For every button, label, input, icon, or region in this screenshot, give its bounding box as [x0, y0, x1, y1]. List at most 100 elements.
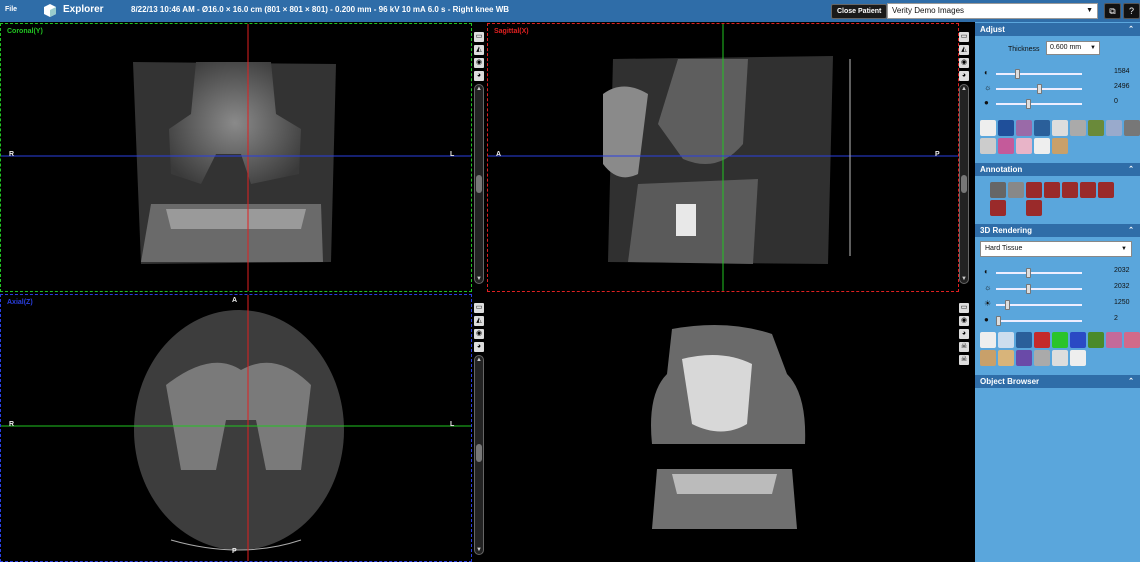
- head-icon[interactable]: ◕: [474, 342, 484, 352]
- zoom-icon[interactable]: [980, 120, 996, 136]
- slider-track[interactable]: [996, 316, 1082, 326]
- camera-icon[interactable]: ◉: [474, 58, 484, 68]
- close-patient-button[interactable]: Close Patient: [831, 4, 888, 19]
- tooth-icon[interactable]: [1052, 138, 1068, 154]
- scroll-thumb[interactable]: [476, 175, 482, 193]
- head-icon[interactable]: ◕: [474, 71, 484, 81]
- crop-icon[interactable]: [1106, 120, 1122, 136]
- slider-knob[interactable]: [996, 316, 1001, 326]
- annotation-section-header[interactable]: Annotation ⌃: [975, 163, 1140, 176]
- pan-icon[interactable]: [1124, 120, 1140, 136]
- slice-icon[interactable]: [1034, 120, 1050, 136]
- object-browser-section-header[interactable]: Object Browser ⌃: [975, 375, 1140, 388]
- slider-track[interactable]: [996, 84, 1082, 94]
- slider-track[interactable]: [996, 300, 1082, 310]
- file-menu[interactable]: File: [5, 6, 17, 13]
- render-preset-select[interactable]: Hard Tissue ▼: [980, 241, 1132, 257]
- scroll-up-icon[interactable]: ▲: [475, 86, 483, 92]
- render3d-viewport[interactable]: [487, 294, 959, 562]
- text-annotation-icon[interactable]: [1026, 182, 1042, 198]
- slider-track[interactable]: [996, 284, 1082, 294]
- slider-knob[interactable]: [1026, 268, 1032, 278]
- eraser-icon[interactable]: [1070, 350, 1086, 366]
- image-icon[interactable]: [1052, 120, 1068, 136]
- sagittal-slice-scrollbar[interactable]: ▲ ▼: [959, 84, 969, 284]
- collapse-icon[interactable]: ⌃: [1128, 375, 1134, 388]
- knife-icon[interactable]: [1034, 350, 1050, 366]
- polygon-annotation-icon[interactable]: [1026, 200, 1042, 216]
- thickness-select[interactable]: 0.600 mm ▼: [1046, 41, 1100, 55]
- slider-track[interactable]: [996, 99, 1082, 109]
- head-render-icon[interactable]: [1016, 138, 1032, 154]
- cube-icon[interactable]: [1088, 332, 1104, 348]
- scroll-thumb[interactable]: [476, 444, 482, 462]
- skull-side-icon[interactable]: ☠: [959, 355, 969, 365]
- measure-icon[interactable]: [1016, 120, 1032, 136]
- head-icon[interactable]: ◕: [959, 71, 969, 81]
- study-select[interactable]: Verity Demo Images ▼: [887, 3, 1098, 19]
- maximize-icon[interactable]: ▭: [959, 32, 969, 42]
- scroll-thumb[interactable]: [961, 175, 967, 193]
- slider-knob[interactable]: [1014, 69, 1020, 79]
- blue-plane-icon[interactable]: [1070, 332, 1086, 348]
- maximize-icon[interactable]: ▭: [474, 303, 484, 313]
- scroll-up-icon[interactable]: ▲: [475, 357, 483, 363]
- flip-icon[interactable]: ◭: [959, 45, 969, 55]
- camera-icon[interactable]: ◉: [959, 58, 969, 68]
- scroll-up-icon[interactable]: ▲: [960, 86, 968, 92]
- collapse-icon[interactable]: ⌃: [1128, 224, 1134, 237]
- slider-knob[interactable]: [1004, 300, 1010, 310]
- scroll-down-icon[interactable]: ▼: [475, 276, 483, 282]
- skull-icon[interactable]: ☠: [959, 342, 969, 352]
- skull-color-icon[interactable]: [998, 350, 1014, 366]
- line-annotation-icon[interactable]: [1062, 182, 1078, 198]
- maximize-icon[interactable]: ▭: [474, 32, 484, 42]
- collapse-icon[interactable]: ⌃: [1128, 163, 1134, 176]
- flip-icon[interactable]: ◭: [474, 316, 484, 326]
- maximize-icon[interactable]: ▭: [959, 303, 969, 313]
- ellipse-annotation-icon[interactable]: [1080, 182, 1096, 198]
- coronal-viewport[interactable]: Coronal(Y) R L: [0, 23, 472, 292]
- axial-slice-scrollbar[interactable]: ▲ ▼: [474, 355, 484, 555]
- clip-box-icon[interactable]: [1124, 332, 1140, 348]
- crop-box-icon[interactable]: [1106, 332, 1122, 348]
- 4d-icon[interactable]: [1034, 138, 1050, 154]
- axial-viewport[interactable]: Axial(Z) R L A P: [0, 294, 472, 562]
- camera-icon[interactable]: ◉: [959, 316, 969, 326]
- rendering-section-header[interactable]: 3D Rendering ⌃: [975, 224, 1140, 237]
- coronal-slice-scrollbar[interactable]: ▲ ▼: [474, 84, 484, 284]
- hand-icon[interactable]: [980, 138, 996, 154]
- colormap-icon[interactable]: [1016, 350, 1032, 366]
- sagittal-viewport[interactable]: Sagittal(X) A P: [487, 23, 959, 292]
- filter-icon[interactable]: [1088, 120, 1104, 136]
- rect-annotation-icon[interactable]: [1098, 182, 1114, 198]
- red-plane-icon[interactable]: [1034, 332, 1050, 348]
- arrow-annotation-icon[interactable]: [1044, 182, 1060, 198]
- collapse-icon[interactable]: ⌃: [1128, 23, 1134, 36]
- window-level-icon[interactable]: [998, 120, 1014, 136]
- slider-track[interactable]: [996, 268, 1082, 278]
- clip-plane-icon[interactable]: [1016, 332, 1032, 348]
- green-plane-icon[interactable]: [1052, 332, 1068, 348]
- light-icon[interactable]: [998, 332, 1014, 348]
- brush-icon[interactable]: [998, 138, 1014, 154]
- camera-icon[interactable]: ◉: [474, 329, 484, 339]
- skull-white-icon[interactable]: [1052, 350, 1068, 366]
- scroll-down-icon[interactable]: ▼: [960, 276, 968, 282]
- flip-icon[interactable]: ◭: [474, 45, 484, 55]
- scroll-down-icon[interactable]: ▼: [475, 547, 483, 553]
- ruler-icon[interactable]: [990, 182, 1006, 198]
- slider-knob[interactable]: [1037, 84, 1043, 94]
- freehand-annotation-icon[interactable]: [990, 200, 1006, 216]
- slider-knob[interactable]: [1026, 99, 1032, 109]
- help-icon[interactable]: ?: [1123, 3, 1140, 19]
- skull-front-icon[interactable]: [980, 350, 996, 366]
- angle-icon[interactable]: [1008, 182, 1024, 198]
- adjust-section-header[interactable]: Adjust ⌃: [975, 23, 1140, 36]
- layout-icon[interactable]: ⧉: [1104, 3, 1121, 19]
- window-icon[interactable]: [1070, 120, 1086, 136]
- head-icon[interactable]: ◕: [959, 329, 969, 339]
- slider-track[interactable]: [996, 69, 1082, 79]
- slider-knob[interactable]: [1026, 284, 1032, 294]
- render-image-icon[interactable]: [980, 332, 996, 348]
